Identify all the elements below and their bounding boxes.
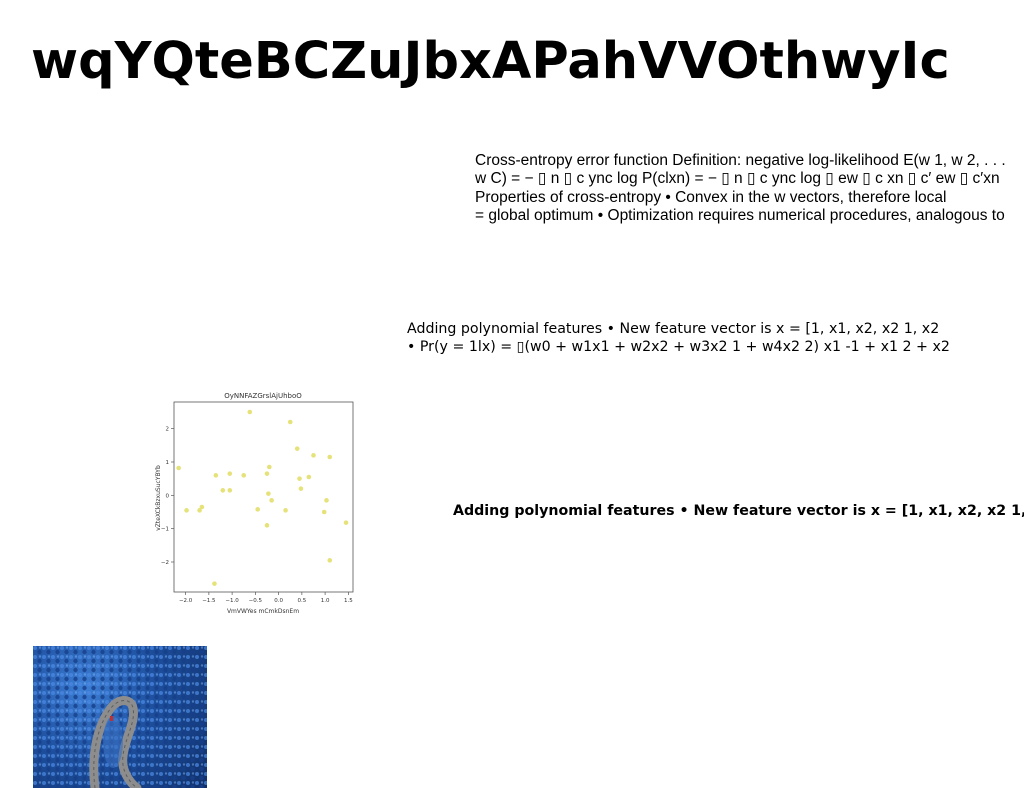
- x-tick-label: −1.0: [225, 598, 239, 604]
- scatter-point: [247, 409, 253, 415]
- scatter-point: [324, 498, 329, 503]
- chart-title: OyNNFAZGrslAjUhboO: [224, 392, 302, 400]
- scatter-point: [241, 473, 247, 478]
- x-tick-label: 1.5: [344, 598, 353, 604]
- scatter-point: [294, 446, 300, 451]
- slide-title: wqYQteBCZuJbxAPahVVOthwyIc: [31, 32, 950, 91]
- landscape-photo-icon: [33, 646, 207, 788]
- y-axis-ticks: −2 −1 0 1 2: [161, 427, 174, 566]
- plot-area-frame: [173, 401, 354, 593]
- y-axis-label: vZteXCkBzxuSucYBYb: [155, 465, 162, 531]
- x-tick-label: −2.0: [179, 598, 193, 604]
- text-line: w C) = − ▯ n ▯ c ync log P(clxn) = − ▯ n…: [475, 170, 1000, 188]
- scatter-point: [283, 508, 288, 513]
- scatter-point: [264, 471, 270, 476]
- scatter-point: [199, 504, 205, 510]
- x-tick-label: −0.5: [249, 598, 263, 604]
- scatter-chart: OyNNFAZGrslAjUhboO VmVWYes mCmkDsnEm vZt…: [155, 392, 354, 615]
- text-line: Adding polynomial features • New feature…: [453, 503, 1024, 519]
- scatter-point: [176, 465, 181, 471]
- y-tick-label: −2: [161, 560, 169, 566]
- scatter-point: [213, 473, 219, 478]
- text-line: Adding polynomial features • New feature…: [407, 321, 940, 337]
- text-line: Properties of cross-entropy • Convex in …: [475, 188, 947, 206]
- text-line: = global optimum • Optimization requires…: [475, 206, 1005, 224]
- scatter-point: [343, 520, 349, 525]
- scatter-point: [269, 498, 274, 503]
- scatter-point: [327, 454, 333, 460]
- scatter-points: [176, 409, 349, 586]
- scatter-point: [306, 474, 312, 480]
- scatter-point: [255, 507, 260, 512]
- scatter-point: [227, 471, 233, 476]
- scatter-point: [287, 419, 293, 425]
- x-tick-label: 0.5: [297, 598, 306, 604]
- x-tick-label: 1.0: [321, 598, 330, 604]
- y-tick-label: 1: [166, 460, 170, 466]
- y-tick-label: −1: [161, 527, 169, 533]
- y-tick-label: 0: [166, 493, 170, 499]
- text-line: Cross-entropy error function Definition:…: [475, 152, 1006, 169]
- x-tick-label: −1.5: [202, 598, 216, 604]
- polynomial-features-text-block: Adding polynomial features • New feature…: [407, 320, 1017, 356]
- scatter-point: [220, 488, 226, 493]
- text-line: • Pr(y = 1lx) = ▯(w0 + w1x1 + w2x2 + w3x…: [407, 339, 950, 355]
- scatter-point: [264, 523, 270, 528]
- scatter-point: [311, 453, 316, 458]
- y-tick-label: 2: [166, 427, 170, 433]
- scatter-point: [212, 581, 217, 586]
- x-tick-label: 0.0: [274, 598, 283, 604]
- cross-entropy-text-block: Cross-entropy error function Definition:…: [475, 152, 1024, 225]
- scatter-point: [266, 491, 271, 496]
- scatter-point: [267, 464, 272, 470]
- x-axis-ticks: −2.0 −1.5 −1.0 −0.5 0.0 0.5 1.0 1.5: [179, 592, 353, 604]
- landscape-photo: [33, 646, 207, 788]
- scatter-point: [184, 508, 189, 513]
- scatter-point: [321, 509, 327, 515]
- scatter-point: [298, 486, 304, 491]
- scatter-point: [227, 488, 233, 493]
- scatter-point: [297, 476, 302, 481]
- scatter-point: [327, 558, 333, 563]
- x-axis-label: VmVWYes mCmkDsnEm: [227, 608, 299, 615]
- polynomial-features-bold-text: Adding polynomial features • New feature…: [453, 502, 1024, 520]
